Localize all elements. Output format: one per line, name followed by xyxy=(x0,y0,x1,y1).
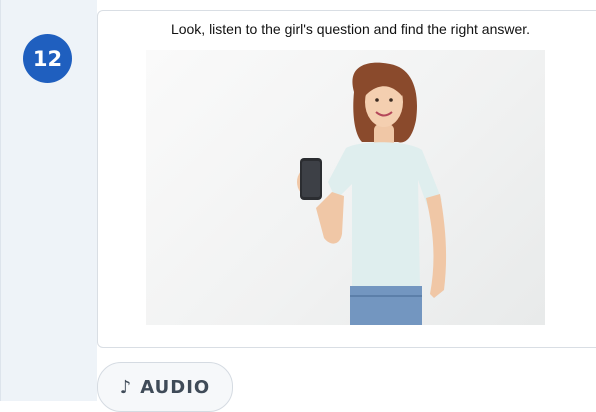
question-photo xyxy=(146,50,545,325)
question-instruction: Look, listen to the girl's question and … xyxy=(170,21,531,37)
audio-button-label: AUDIO xyxy=(140,376,211,398)
audio-button[interactable]: ♪ AUDIO xyxy=(97,362,233,412)
girl-holding-phone-illustration xyxy=(297,62,447,325)
question-number-badge: 12 xyxy=(23,34,72,83)
music-note-icon: ♪ xyxy=(119,376,133,398)
question-number: 12 xyxy=(32,46,63,71)
question-card: Look, listen to the girl's question and … xyxy=(97,10,596,348)
